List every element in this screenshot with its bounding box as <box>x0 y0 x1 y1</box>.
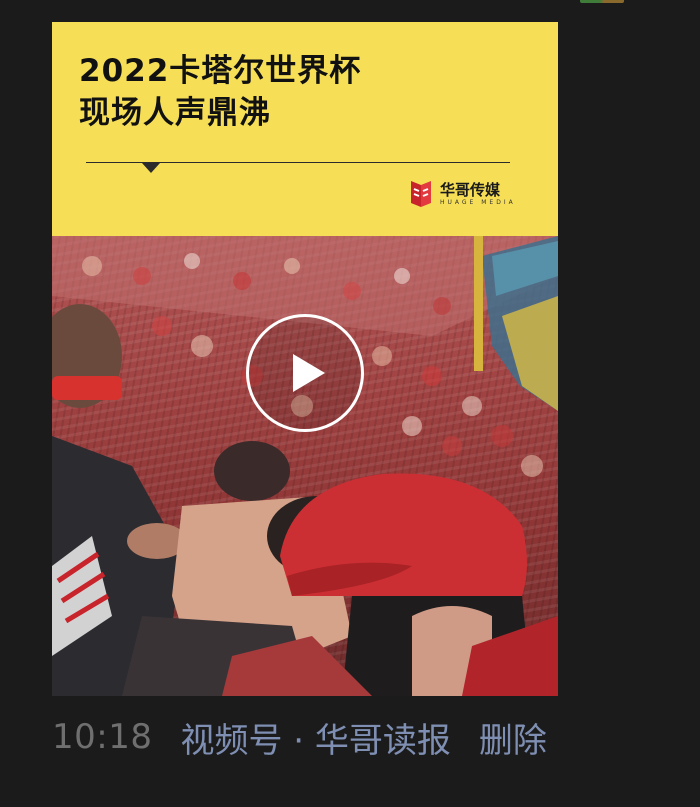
top-status-mark <box>580 0 624 3</box>
video-cover-header: 2022卡塔尔世界杯 现场人声鼎沸 华哥传媒 HUAGE MEDIA <box>52 22 558 236</box>
video-card[interactable]: 2022卡塔尔世界杯 现场人声鼎沸 华哥传媒 HUAGE MEDIA <box>52 22 558 696</box>
post-time: 10:18 <box>52 717 153 757</box>
play-icon <box>293 354 325 392</box>
brand-mark-icon <box>411 181 431 207</box>
video-title-line-2: 现场人声鼎沸 <box>79 95 271 131</box>
brand-subtitle: HUAGE MEDIA <box>440 199 516 206</box>
header-pointer-icon <box>142 163 160 173</box>
moments-post: 2022卡塔尔世界杯 现场人声鼎沸 华哥传媒 HUAGE MEDIA 10:18… <box>0 0 700 807</box>
delete-link[interactable]: 删除 <box>479 713 547 762</box>
brand-name: 华哥传媒 <box>440 181 501 199</box>
video-thumbnail[interactable] <box>52 236 558 696</box>
play-button[interactable] <box>246 314 364 432</box>
video-title-line-1: 2022卡塔尔世界杯 <box>79 53 362 89</box>
stadium-crowd-image <box>52 236 558 696</box>
brand-logo: 华哥传媒 HUAGE MEDIA <box>408 178 516 210</box>
post-meta-row: 10:18 视频号 · 华哥读报 删除 <box>52 712 547 762</box>
video-title: 2022卡塔尔世界杯 现场人声鼎沸 <box>79 50 361 134</box>
channel-link[interactable]: 视频号 · 华哥读报 <box>180 713 450 762</box>
